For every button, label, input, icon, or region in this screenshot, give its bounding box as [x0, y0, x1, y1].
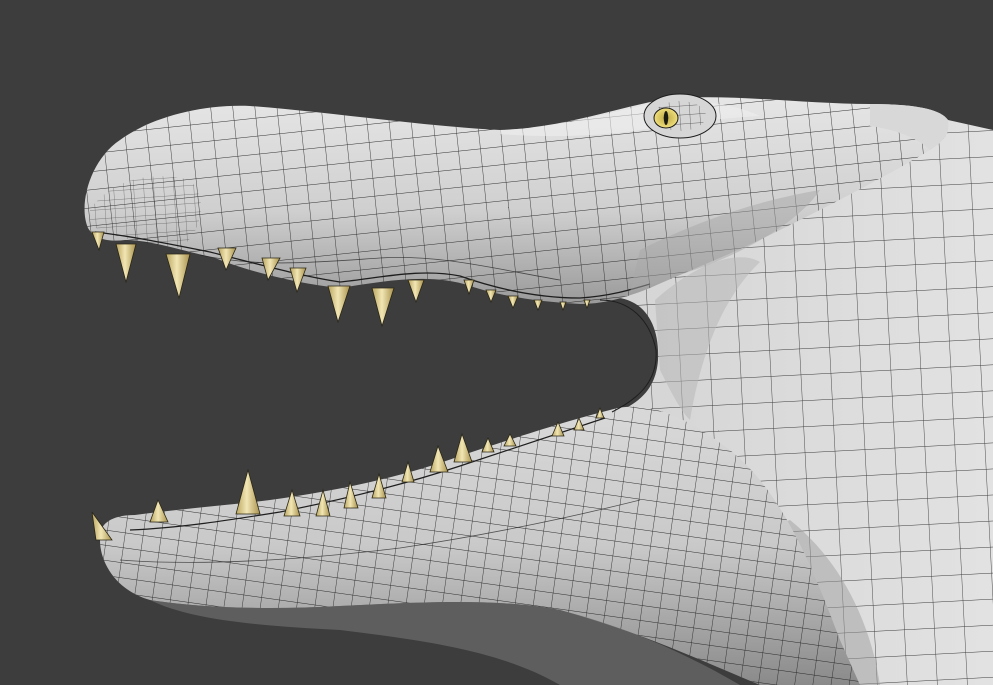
crocodile-model	[0, 0, 993, 685]
eye	[643, 93, 717, 139]
viewport[interactable]	[0, 0, 993, 685]
